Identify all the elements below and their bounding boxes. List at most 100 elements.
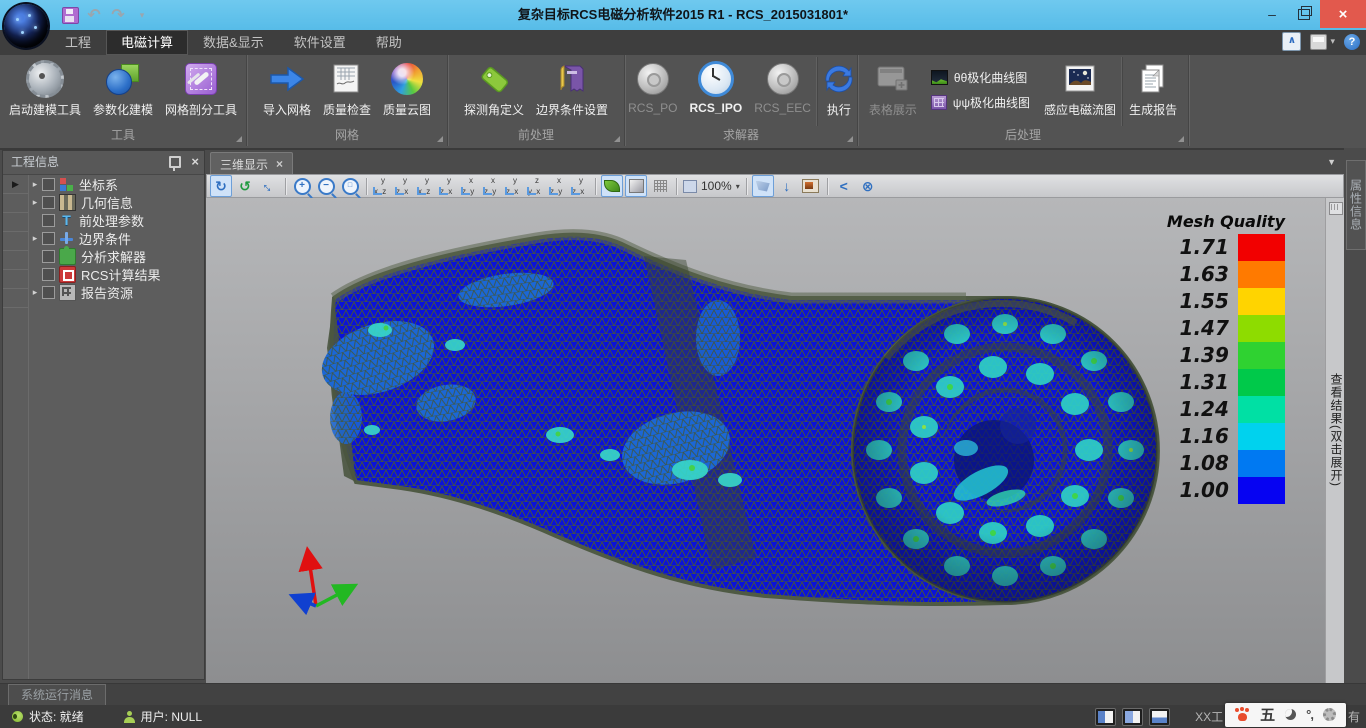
generate-report-button[interactable]: 生成报告 (1122, 57, 1183, 126)
group-dialog-launcher[interactable] (847, 136, 853, 142)
tab-close-icon[interactable]: × (276, 157, 283, 171)
restore-button[interactable] (1288, 0, 1320, 28)
layout-toggle-bottom[interactable] (1149, 708, 1170, 726)
snapshot-button[interactable] (800, 175, 822, 197)
table-display-button[interactable]: 表格展示 (863, 57, 923, 126)
ime-logo-paw-icon[interactable] (1235, 708, 1250, 721)
tree-item-rcs-results[interactable]: RCS计算结果 (29, 265, 204, 283)
tree-item-coordinate-system[interactable]: ▸ 坐标系 (29, 175, 204, 193)
view-front-button[interactable]: yx z (372, 177, 392, 196)
checkbox[interactable] (42, 232, 55, 245)
viewport-3d[interactable]: Mesh Quality 1.71 1.63 1.55 1.47 1.39 1.… (206, 198, 1325, 683)
view-iso4-button[interactable]: yz x (570, 177, 590, 196)
menu-tab-settings[interactable]: 软件设置 (279, 30, 361, 55)
refresh-view-button[interactable]: ↺ (234, 175, 256, 197)
results-strip-icon[interactable] (1329, 202, 1343, 215)
wireframe-mode-button[interactable] (649, 175, 671, 197)
clear-view-button[interactable]: ⊗ (857, 175, 879, 197)
rotate-tool-button[interactable]: ↻ (210, 175, 232, 197)
menu-tab-help[interactable]: 帮助 (361, 30, 417, 55)
menu-tab-em-compute[interactable]: 电磁计算 (106, 30, 188, 55)
parametric-modeling-button[interactable]: 参数化建模 (87, 57, 159, 126)
launch-modeling-tool-button[interactable]: 启动建模工具 (3, 57, 87, 126)
tree-item-geometry-info[interactable]: ▸ 几何信息 (29, 193, 204, 211)
ime-mode-char[interactable]: 五 (1260, 704, 1275, 725)
moon-icon[interactable] (1285, 709, 1296, 720)
button-label: 表格展示 (869, 98, 917, 118)
quality-contour-button[interactable]: 质量云图 (377, 57, 437, 126)
expander-icon[interactable]: ▸ (29, 197, 41, 208)
expander-icon[interactable]: ▸ (29, 287, 41, 298)
tab-system-messages[interactable]: 系统运行消息 (8, 684, 106, 706)
layout-toggle-middle[interactable] (1122, 708, 1143, 726)
tab-view-results[interactable]: 查看结果(双击展开) (1328, 373, 1345, 487)
psi-polarization-curve-button[interactable]: ψψ极化曲线图 (931, 94, 1030, 111)
view-left-button[interactable]: yx z (416, 177, 436, 196)
tab-list-dropdown[interactable]: ▼ (1327, 157, 1336, 167)
solver-rcs-ipo-button[interactable]: RCS_IPO (684, 57, 749, 126)
expander-icon[interactable]: ▸ (29, 233, 41, 244)
view-right-button[interactable]: yz x (438, 177, 458, 196)
tree-item-boundary-conditions[interactable]: ▸ 边界条件 (29, 229, 204, 247)
collapse-ribbon-button[interactable]: ∧ (1282, 32, 1301, 51)
row-header-arrow[interactable]: ▶ (3, 175, 28, 194)
minimize-button[interactable]: – (1256, 0, 1288, 28)
punctuation-mode-icon[interactable]: °, (1306, 707, 1313, 722)
clip-plane-button[interactable] (752, 175, 774, 197)
view-back-button[interactable]: yz x (394, 177, 414, 196)
legend-swatch (1238, 234, 1285, 261)
group-dialog-launcher[interactable] (437, 136, 443, 142)
smooth-shading-button[interactable] (601, 175, 623, 197)
pin-icon[interactable] (169, 156, 181, 168)
shaded-mode-button[interactable] (625, 175, 647, 197)
solver-rcs-eec-button[interactable]: RCS_EEC (748, 57, 817, 126)
panel-close-button[interactable]: × (191, 155, 199, 169)
share-view-button[interactable]: < (833, 175, 855, 197)
zoom-out-button[interactable]: − (315, 175, 337, 197)
group-dialog-launcher[interactable] (614, 136, 620, 142)
induced-current-map-button[interactable]: 感应电磁流图 (1038, 57, 1122, 126)
quality-check-button[interactable]: 质量检查 (317, 57, 377, 126)
pan-tool-button[interactable]: ↔ (253, 170, 284, 201)
window-style-button[interactable]: ▾ (1310, 34, 1335, 50)
drop-view-button[interactable]: ↓ (776, 175, 798, 197)
checkbox[interactable] (42, 196, 55, 209)
help-button[interactable]: ? (1344, 34, 1360, 50)
zoom-level-control[interactable]: 100% ▾ (683, 179, 740, 193)
boundary-condition-settings-button[interactable]: 边界条件设置 (530, 57, 614, 126)
layout-toggle-left[interactable] (1095, 708, 1116, 726)
solver-rcs-po-button[interactable]: RCS_PO (622, 57, 683, 126)
execute-button[interactable]: 执行 (817, 57, 860, 126)
user-text: 用户: NULL (141, 708, 202, 725)
checkbox[interactable] (42, 178, 55, 191)
tab-properties-info[interactable]: 属性信息 (1346, 160, 1366, 250)
tab-3d-display[interactable]: 三维显示 × (210, 152, 293, 175)
checkbox[interactable] (42, 250, 55, 263)
menu-tab-data-display[interactable]: 数据&显示 (188, 30, 279, 55)
group-dialog-launcher[interactable] (1178, 136, 1184, 142)
view-iso1-button[interactable]: yz x (504, 177, 524, 196)
view-top-button[interactable]: xz y (460, 177, 480, 196)
import-mesh-button[interactable]: 导入网格 (257, 57, 317, 126)
checkbox[interactable] (42, 286, 55, 299)
ime-settings-gear-icon[interactable] (1323, 708, 1336, 721)
view-iso2-button[interactable]: zy x (526, 177, 546, 196)
group-dialog-launcher[interactable] (236, 136, 242, 142)
probe-angle-define-button[interactable]: 探测角定义 (458, 57, 530, 126)
checkbox[interactable] (42, 214, 55, 227)
view-iso3-button[interactable]: xz y (548, 177, 568, 196)
tree-item-preprocess-params[interactable]: T 前处理参数 (29, 211, 204, 229)
close-button[interactable]: × (1320, 0, 1366, 28)
ime-toolbar[interactable]: 五 °, (1225, 703, 1346, 727)
zoom-in-button[interactable]: + (291, 175, 313, 197)
view-bottom-button[interactable]: xz y (482, 177, 502, 196)
theta-polarization-curve-button[interactable]: θθ极化曲线图 (931, 69, 1030, 86)
zoom-fit-button[interactable]: □ (339, 175, 361, 197)
tree-item-report-resources[interactable]: ▸ 报告资源 (29, 283, 204, 301)
checkbox[interactable] (42, 268, 55, 281)
menu-tab-project[interactable]: 工程 (50, 30, 106, 55)
app-logo-icon[interactable] (4, 4, 48, 48)
expander-icon[interactable]: ▸ (29, 179, 41, 190)
mesh-partition-tool-button[interactable]: 网格剖分工具 (159, 57, 243, 126)
tree-item-analysis-solver[interactable]: 分析求解器 (29, 247, 204, 265)
